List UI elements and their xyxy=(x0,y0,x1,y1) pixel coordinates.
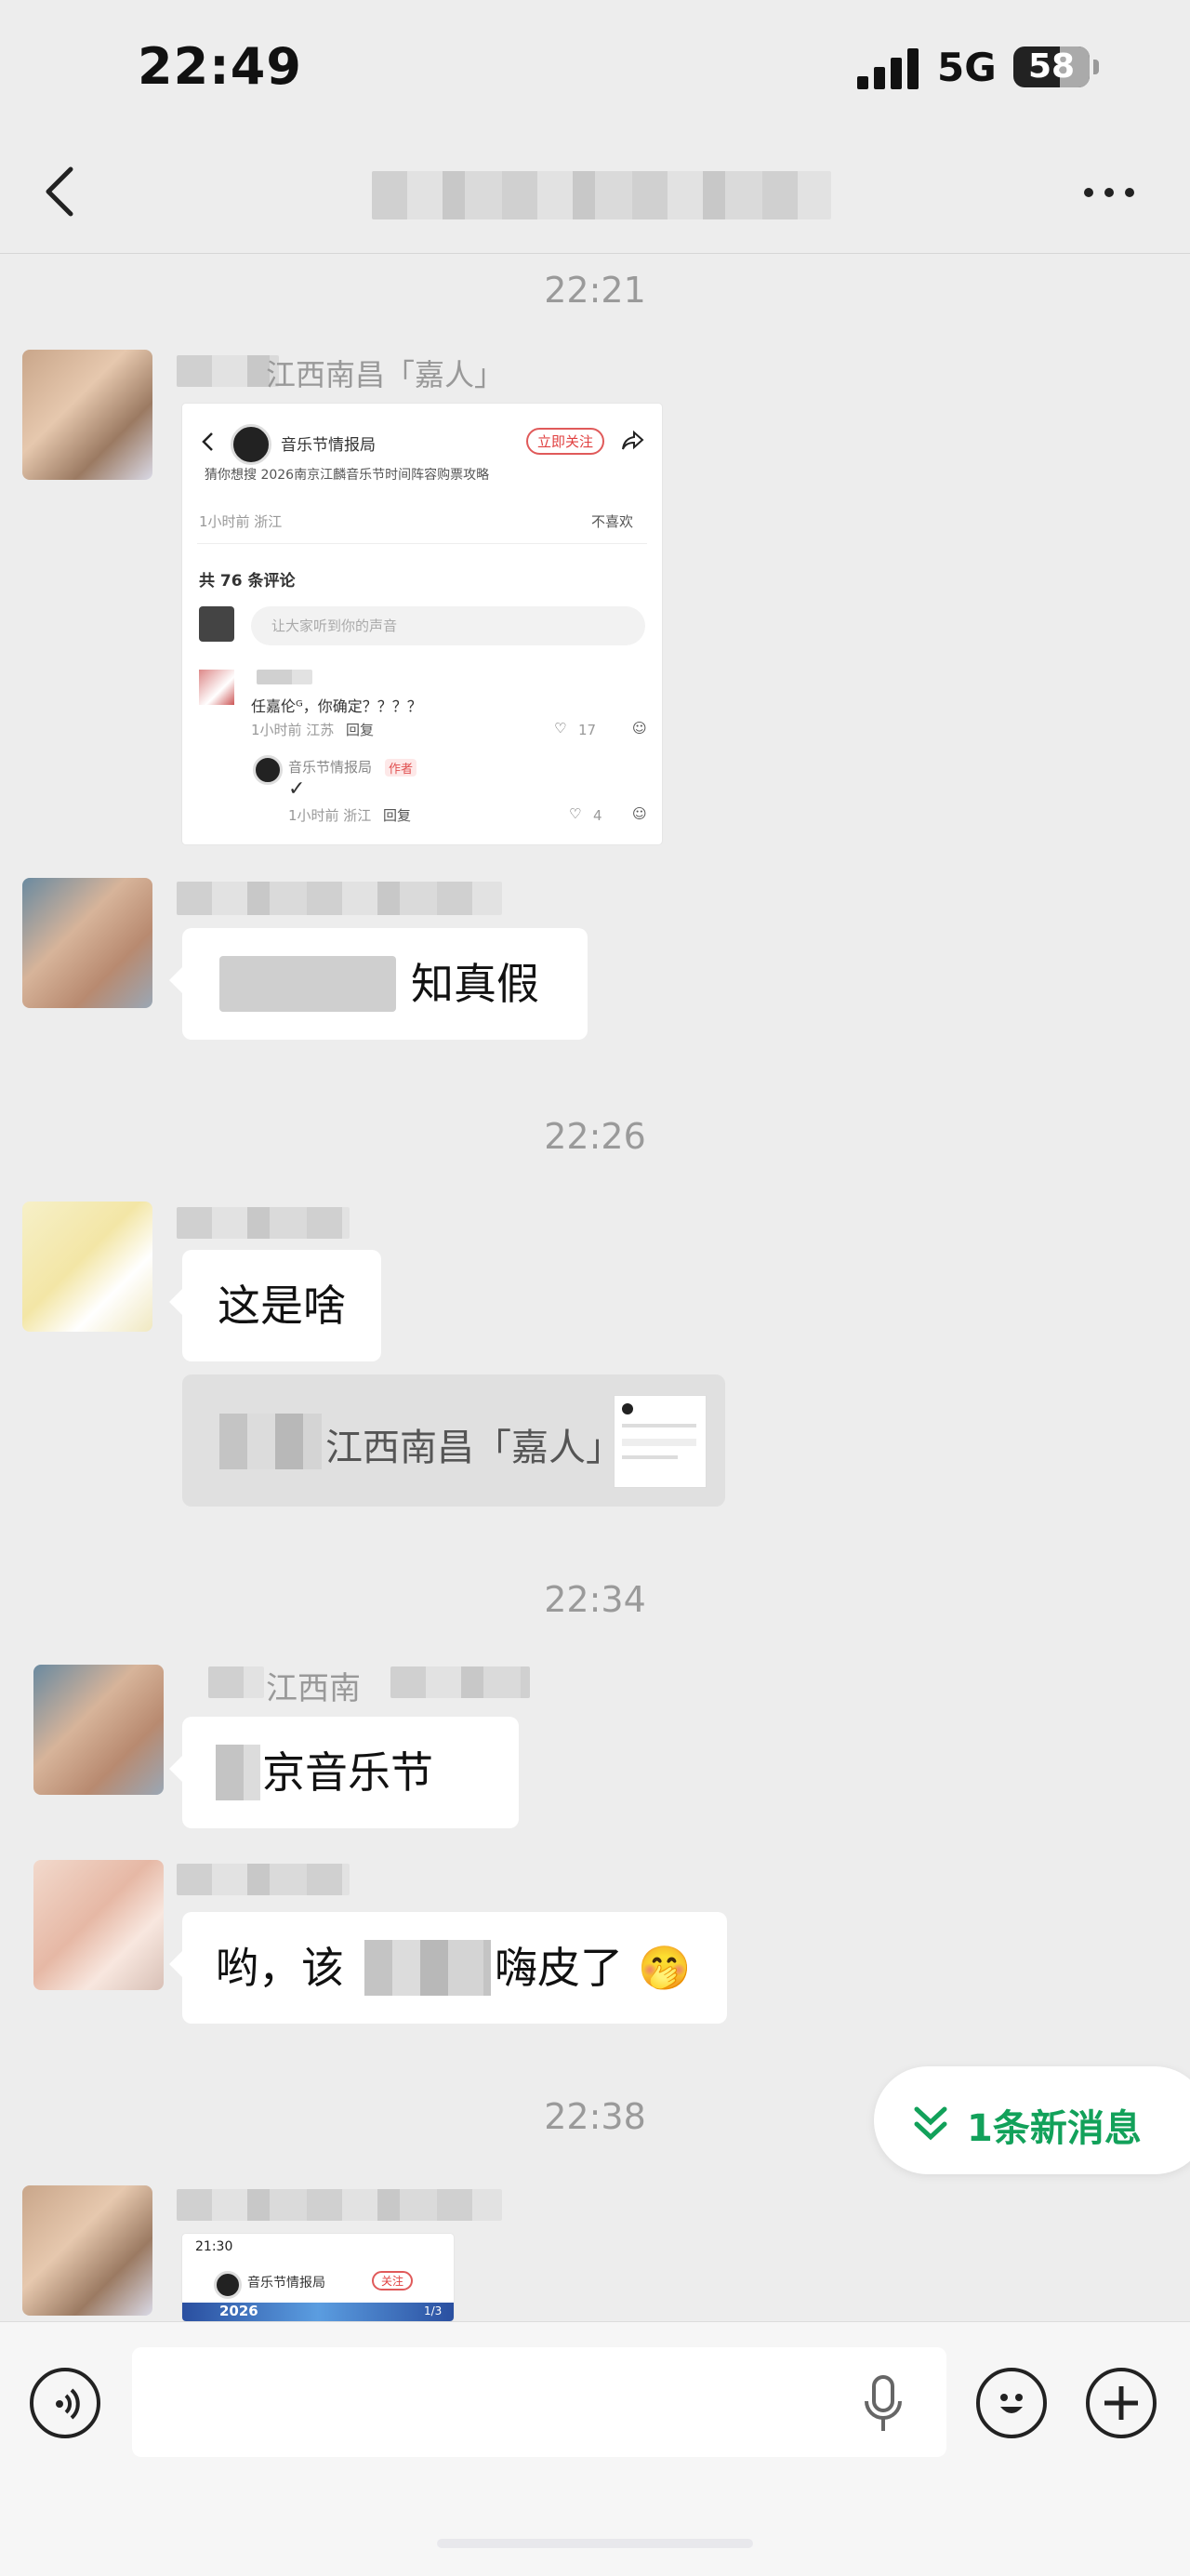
emoji-icon: ☺ xyxy=(632,720,647,737)
avatar[interactable] xyxy=(22,350,152,480)
back-icon xyxy=(202,432,213,451)
quote-thumbnail xyxy=(614,1395,707,1488)
avatar xyxy=(199,606,234,642)
account-logo xyxy=(231,424,271,465)
sender-name: 江西南昌「嘉人」 xyxy=(266,357,505,392)
message-text: 知真假 xyxy=(411,959,539,1009)
comment-text: ✓ xyxy=(288,777,306,801)
search-suggestion: 猜你想搜 2026南京江麟音乐节时间阵容购票攻略 xyxy=(205,468,490,483)
back-icon[interactable] xyxy=(41,164,78,219)
avatar[interactable] xyxy=(22,2185,152,2316)
account-name: 音乐节情报局 xyxy=(281,436,376,455)
emoji-icon: ☺ xyxy=(632,805,647,822)
comment-meta: 1小时前 江苏 xyxy=(251,722,335,738)
dislike-label: 不喜欢 xyxy=(591,513,634,530)
more-icon[interactable] xyxy=(1084,184,1140,201)
timestamp: 22:26 xyxy=(544,1116,646,1157)
comment-meta: 1小时前 浙江 xyxy=(288,807,372,824)
sender-name xyxy=(177,882,502,915)
mosaic-text xyxy=(216,1745,260,1800)
shared-screenshot[interactable]: 音乐节情报局 立即关注 猜你想搜 2026南京江麟音乐节时间阵容购票攻略 1小时… xyxy=(182,404,662,844)
sender-name xyxy=(177,2189,502,2221)
chat-title xyxy=(372,171,831,219)
comment-count: 共 76 条评论 xyxy=(199,572,296,591)
message-text: 哟，该 xyxy=(216,1943,344,1993)
shot-time: 21:30 xyxy=(195,2239,233,2254)
mosaic-text xyxy=(219,1414,322,1469)
message-text: 嗨皮了 xyxy=(495,1943,623,1993)
quoted-message[interactable]: 江西南昌「嘉人」: xyxy=(182,1374,725,1507)
add-icon[interactable] xyxy=(1086,2368,1157,2438)
battery-nub xyxy=(1093,60,1099,74)
mosaic-text xyxy=(364,1940,491,1996)
follow-button: 立即关注 xyxy=(526,428,605,455)
battery-icon: 58 xyxy=(1013,46,1090,87)
quote-text: 江西南昌「嘉人」: xyxy=(325,1427,636,1469)
commenter-name xyxy=(257,670,312,684)
emoji: 🤭 xyxy=(638,1943,692,1993)
avatar xyxy=(199,670,234,705)
network-type: 5G xyxy=(937,45,997,90)
voice-toggle-icon[interactable] xyxy=(30,2368,100,2438)
author-tag: 作者 xyxy=(385,759,417,777)
home-indicator xyxy=(437,2539,753,2548)
message-bubble[interactable]: 这是啥 xyxy=(169,1250,381,1361)
sender-name xyxy=(177,1207,350,1239)
timestamp: 22:38 xyxy=(544,2096,646,2137)
heart-icon: ♡ xyxy=(554,720,567,737)
status-time: 22:49 xyxy=(138,37,302,96)
avatar[interactable] xyxy=(33,1860,164,1990)
heart-icon: ♡ xyxy=(569,805,582,822)
message-bubble[interactable]: 哟，该 嗨皮了 🤭 xyxy=(169,1912,727,2024)
shared-screenshot[interactable]: 21:30 音乐节情报局 关注 2026 1/3 xyxy=(182,2234,454,2321)
emoji-icon[interactable] xyxy=(976,2368,1047,2438)
microphone-icon[interactable] xyxy=(863,2375,904,2433)
message-bubble[interactable]: 京音乐节 xyxy=(169,1717,519,1828)
follow-button: 关注 xyxy=(372,2271,414,2291)
account-name: 音乐节情报局 xyxy=(247,2276,325,2291)
battery-level: 58 xyxy=(1027,47,1076,86)
like-count: 4 xyxy=(593,807,602,824)
author-name: 音乐节情报局 xyxy=(288,759,373,776)
avatar[interactable] xyxy=(22,1202,152,1332)
avatar[interactable] xyxy=(33,1665,164,1795)
share-icon xyxy=(622,430,644,450)
account-logo xyxy=(214,2271,242,2299)
banner: 2026 1/3 xyxy=(182,2303,454,2321)
signal-icon xyxy=(857,48,919,89)
divider xyxy=(197,543,647,544)
timestamp: 22:21 xyxy=(544,270,646,311)
new-message-label: 1条新消息 xyxy=(967,2107,1142,2150)
like-count: 17 xyxy=(578,722,597,738)
reply-link: 回复 xyxy=(383,807,412,824)
sender-name xyxy=(177,1864,350,1895)
message-text: 京音乐节 xyxy=(262,1747,433,1798)
message-bubble[interactable]: 知真假 xyxy=(169,928,588,1040)
message-input[interactable] xyxy=(132,2347,946,2457)
post-meta: 1小时前 浙江 xyxy=(199,513,283,530)
reply-link: 回复 xyxy=(346,722,375,738)
timestamp: 22:34 xyxy=(544,1579,646,1620)
comment-text: 任嘉伦ᴳ，你确定？？？？ xyxy=(251,697,422,715)
comment-placeholder: 让大家听到你的声音 xyxy=(271,617,398,634)
sender-mosaic xyxy=(177,355,279,387)
mosaic-text xyxy=(219,956,396,1012)
double-chevron-down-icon xyxy=(914,2106,947,2141)
author-logo xyxy=(253,755,283,785)
avatar[interactable] xyxy=(22,878,152,1008)
